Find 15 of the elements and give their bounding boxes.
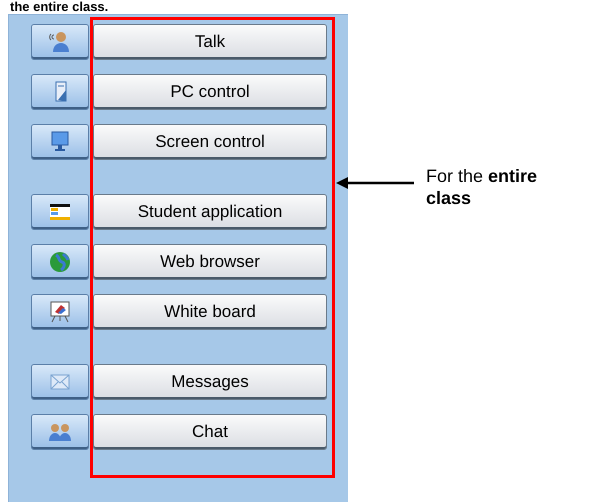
action-button[interactable]: Messages bbox=[93, 364, 327, 400]
action-button[interactable]: Web browser bbox=[93, 244, 327, 280]
icon-button[interactable] bbox=[31, 294, 89, 330]
globe-icon bbox=[48, 250, 72, 274]
action-button[interactable]: Screen control bbox=[93, 124, 327, 160]
action-button[interactable]: Chat bbox=[93, 414, 327, 450]
heading: the entire class. bbox=[10, 0, 108, 14]
action-button[interactable]: PC control bbox=[93, 74, 327, 110]
action-button[interactable]: White board bbox=[93, 294, 327, 330]
icon-button[interactable] bbox=[31, 194, 89, 230]
annotation-text: For the entire class bbox=[426, 165, 538, 209]
action-button[interactable]: Student application bbox=[93, 194, 327, 230]
action-button[interactable]: Talk bbox=[93, 24, 327, 60]
person-icon bbox=[48, 30, 72, 54]
easel-icon bbox=[48, 300, 72, 324]
